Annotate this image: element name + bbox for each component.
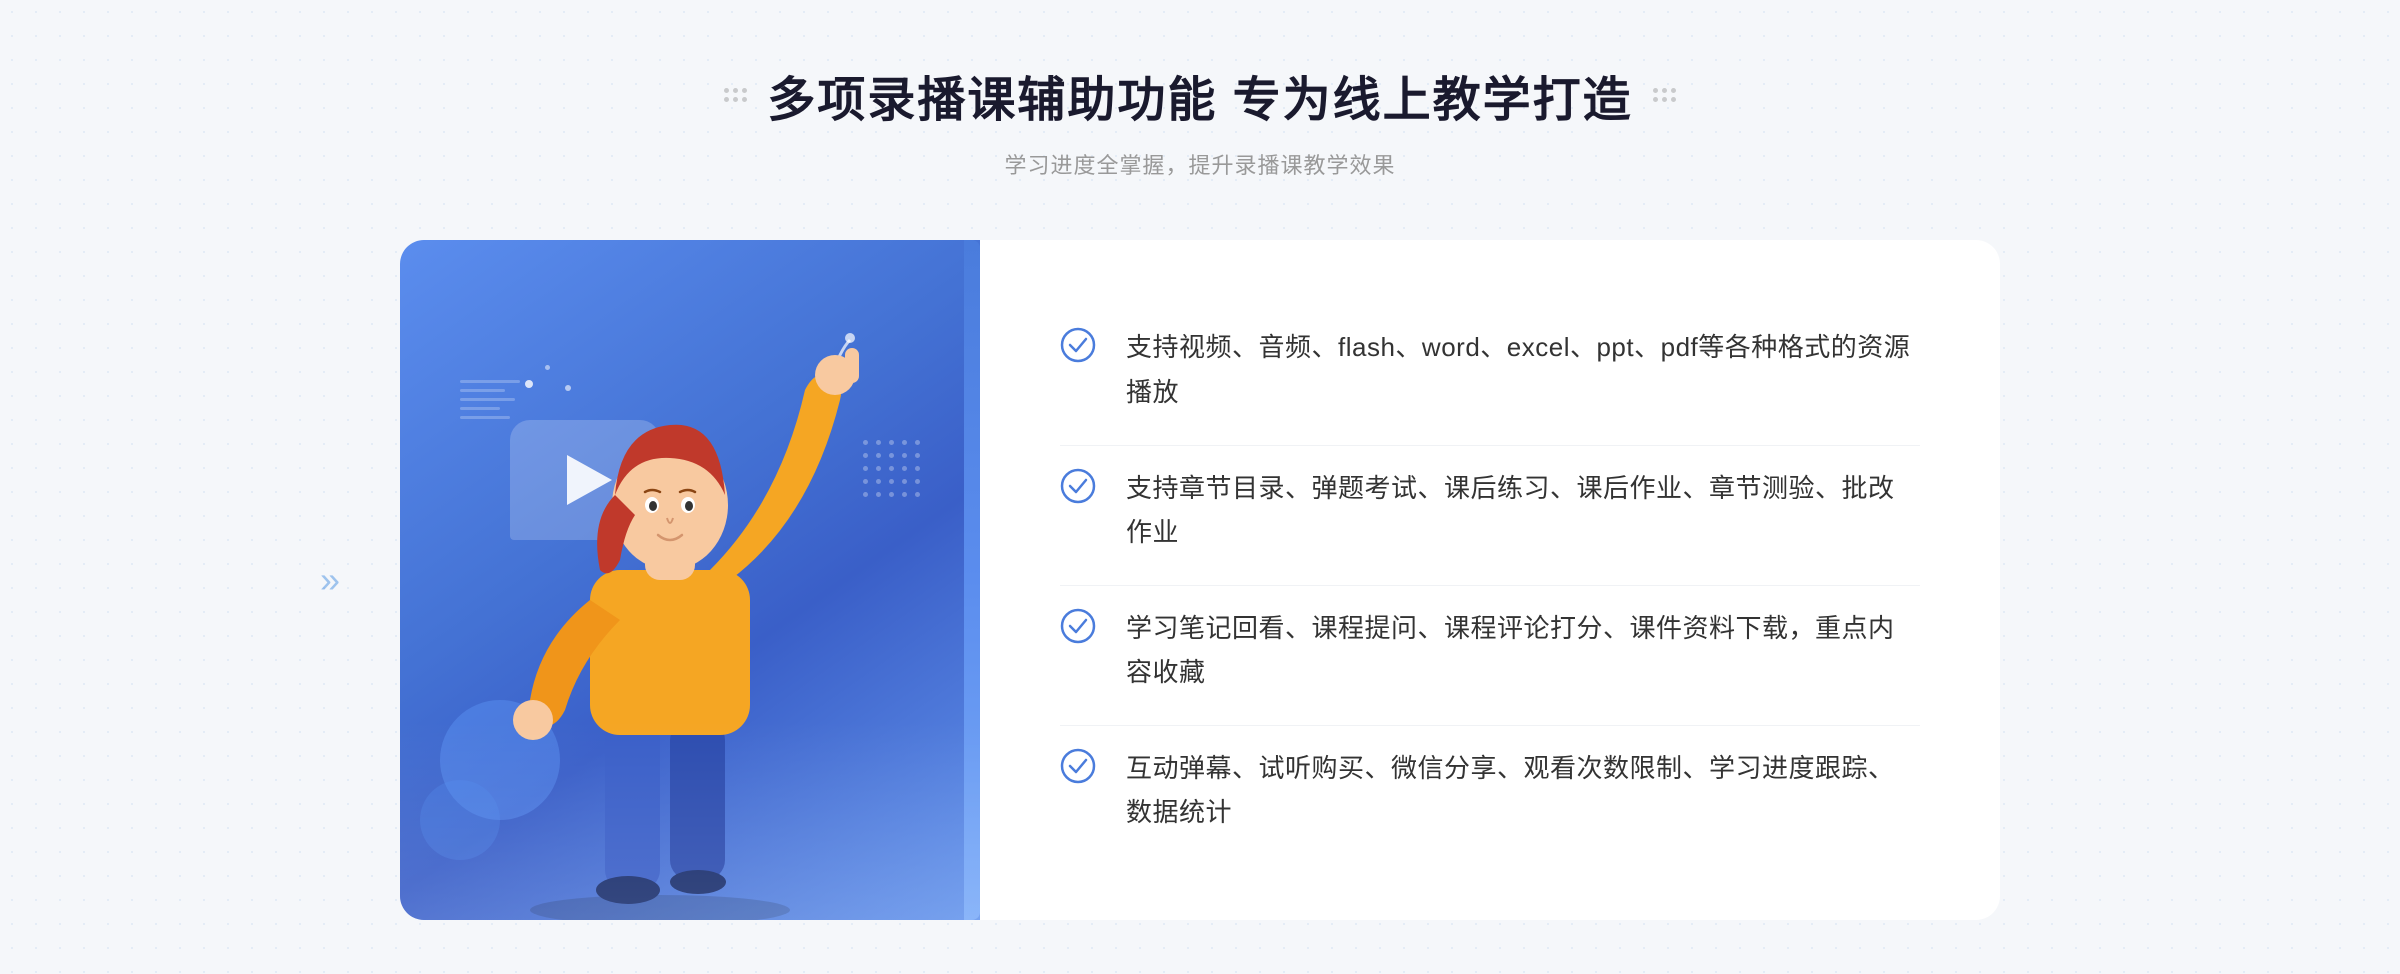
page-wrapper: 多项录播课辅助功能 专为线上教学打造 学习进度全掌握，提升录播课教学效果 »: [0, 0, 2400, 974]
page-title: 多项录播课辅助功能 专为线上教学打造: [767, 60, 1632, 130]
feature-item-3: 学习笔记回看、课程提问、课程评论打分、课件资料下载，重点内容收藏: [1060, 585, 1920, 714]
feature-item-4: 互动弹幕、试听购买、微信分享、观看次数限制、学习进度跟踪、数据统计: [1060, 725, 1920, 854]
illustration-box: [400, 240, 980, 920]
page-subtitle: 学习进度全掌握，提升录播课教学效果: [1004, 148, 1395, 180]
title-row: 多项录播课辅助功能 专为线上教学打造: [724, 60, 1675, 130]
right-decoration-dots: [1653, 88, 1676, 102]
feature-text-3: 学习笔记回看、课程提问、课程评论打分、课件资料下载，重点内容收藏: [1126, 606, 1920, 694]
check-icon-4: [1060, 748, 1096, 784]
check-icon-3: [1060, 608, 1096, 644]
left-arrows-decoration: »: [320, 559, 340, 601]
feature-text-1: 支持视频、音频、flash、word、excel、ppt、pdf等各种格式的资源…: [1126, 325, 1920, 413]
feature-item-1: 支持视频、音频、flash、word、excel、ppt、pdf等各种格式的资源…: [1060, 305, 1920, 433]
chevron-left-icon: »: [320, 559, 340, 601]
feature-text-4: 互动弹幕、试听购买、微信分享、观看次数限制、学习进度跟踪、数据统计: [1126, 746, 1920, 834]
features-panel: 支持视频、音频、flash、word、excel、ppt、pdf等各种格式的资源…: [980, 240, 2000, 920]
content-area: »: [400, 240, 2000, 920]
left-decoration-dots: [724, 88, 747, 102]
header-section: 多项录播课辅助功能 专为线上教学打造 学习进度全掌握，提升录播课教学效果: [724, 60, 1675, 180]
check-icon-1: [1060, 327, 1096, 363]
bottom-gradient: [400, 720, 980, 920]
feature-text-2: 支持章节目录、弹题考试、课后练习、课后作业、章节测验、批改作业: [1126, 466, 1920, 554]
feature-item-2: 支持章节目录、弹题考试、课后练习、课后作业、章节测验、批改作业: [1060, 445, 1920, 574]
check-icon-2: [1060, 468, 1096, 504]
